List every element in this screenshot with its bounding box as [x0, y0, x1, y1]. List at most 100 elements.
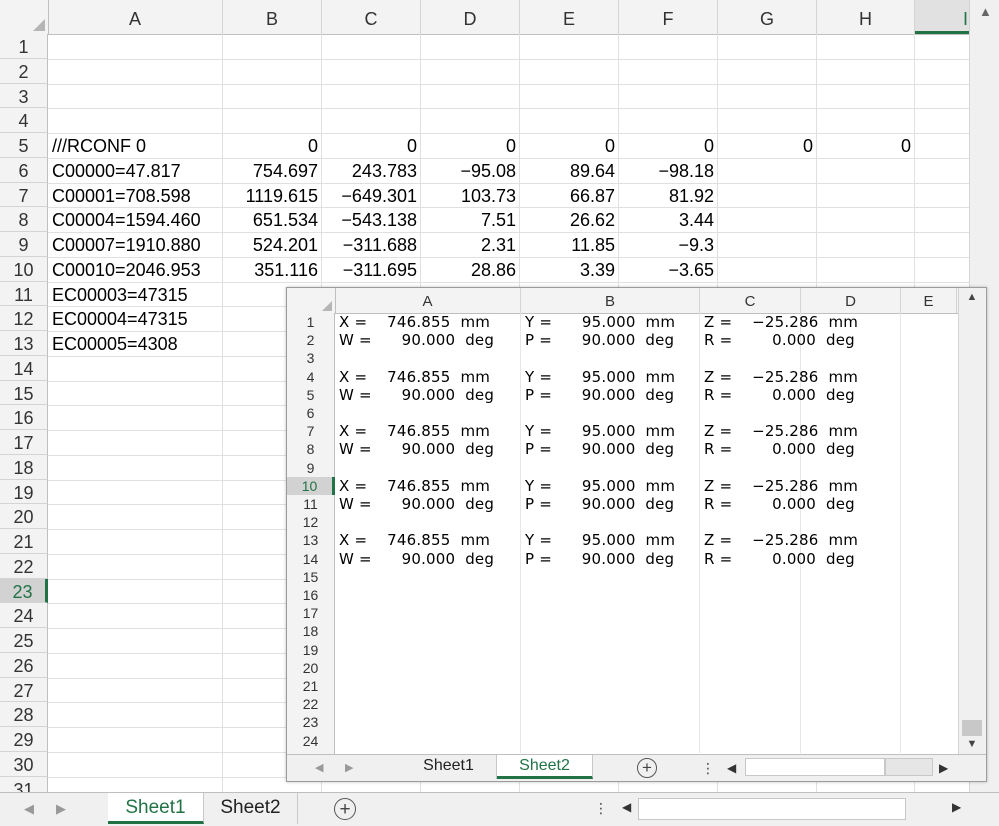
cell-d6[interactable]: −95.08	[421, 158, 516, 182]
row-header-3[interactable]: 3	[0, 83, 48, 109]
overlay-next-sheet-icon[interactable]: ▶	[345, 761, 353, 774]
column-header-d[interactable]: D	[421, 0, 520, 34]
overlay-scroll-down-icon[interactable]: ▼	[963, 738, 981, 754]
column-header-f[interactable]: F	[619, 0, 718, 34]
cell-g5[interactable]: 0	[718, 133, 813, 157]
cell-f6[interactable]: −98.18	[619, 158, 714, 182]
cell-a6[interactable]: C00000=47.817	[52, 158, 181, 182]
overlay-row-header-13[interactable]: 13	[287, 531, 335, 550]
cell-d7[interactable]: 103.73	[421, 183, 516, 207]
column-header-i[interactable]: I	[915, 0, 970, 34]
overlay-cell-row8-b[interactable]: P = 90.000 deg	[525, 440, 674, 458]
overlay-cell-row14-a[interactable]: W = 90.000 deg	[339, 550, 494, 568]
row-header-11[interactable]: 11	[0, 281, 48, 307]
overlay-cell-row4-b[interactable]: Y = 95.000 mm	[525, 368, 675, 386]
overlay-cell-row11-a[interactable]: W = 90.000 deg	[339, 495, 494, 513]
row-header-26[interactable]: 26	[0, 652, 48, 678]
overlay-cell-row10-c[interactable]: Z = −25.286 mm	[704, 477, 858, 495]
overlay-row-header-7[interactable]: 7	[287, 422, 335, 441]
overlay-row-header-3[interactable]: 3	[287, 349, 335, 368]
overlay-row-header-20[interactable]: 20	[287, 658, 335, 677]
overlay-scroll-up-icon[interactable]: ▲	[963, 291, 981, 307]
overlay-cell-row13-c[interactable]: Z = −25.286 mm	[704, 531, 858, 549]
overlay-cell-row13-b[interactable]: Y = 95.000 mm	[525, 531, 675, 549]
overlay-row-header-19[interactable]: 19	[287, 640, 335, 659]
overlay-cell-row1-c[interactable]: Z = −25.286 mm	[704, 313, 858, 331]
cell-c7[interactable]: −649.301	[322, 183, 417, 207]
overlay-cell-row8-c[interactable]: R = 0.000 deg	[704, 440, 855, 458]
cell-a13[interactable]: EC00005=4308	[52, 331, 178, 355]
cell-b9[interactable]: 524.201	[223, 232, 318, 256]
row-header-29[interactable]: 29	[0, 727, 48, 752]
row-header-22[interactable]: 22	[0, 553, 48, 579]
cell-b5[interactable]: 0	[223, 133, 318, 157]
overlay-cell-row5-c[interactable]: R = 0.000 deg	[704, 386, 855, 404]
cell-e10[interactable]: 3.39	[520, 257, 615, 281]
overlay-sheet-tab-sheet2[interactable]: Sheet2	[497, 755, 593, 779]
row-header-1[interactable]: 1	[0, 34, 48, 59]
cell-d9[interactable]: 2.31	[421, 232, 516, 256]
overlay-row-header-1[interactable]: 1	[287, 313, 335, 332]
scroll-up-icon[interactable]: ▲	[979, 4, 992, 19]
row-header-15[interactable]: 15	[0, 380, 48, 406]
overlay-select-all-corner[interactable]	[287, 288, 336, 313]
cell-h5[interactable]: 0	[817, 133, 911, 157]
overlay-row-header-15[interactable]: 15	[287, 567, 335, 586]
overlay-cell-row7-a[interactable]: X = 746.855 mm	[339, 422, 490, 440]
overlay-horizontal-scrollbar-track[interactable]	[885, 758, 933, 776]
cell-c8[interactable]: −543.138	[322, 207, 417, 231]
overlay-row-header-11[interactable]: 11	[287, 495, 335, 514]
cell-f9[interactable]: −9.3	[619, 232, 714, 256]
cell-e8[interactable]: 26.62	[520, 207, 615, 231]
overlay-previous-sheet-icon[interactable]: ◀	[315, 761, 323, 774]
row-header-13[interactable]: 13	[0, 331, 48, 356]
overlay-cell-row2-b[interactable]: P = 90.000 deg	[525, 331, 674, 349]
overlay-add-sheet-icon[interactable]: +	[637, 758, 657, 778]
cell-b7[interactable]: 1119.615	[223, 183, 318, 207]
cell-a11[interactable]: EC00003=47315	[52, 282, 188, 306]
next-sheet-icon[interactable]: ▶	[56, 801, 66, 817]
cell-e5[interactable]: 0	[520, 133, 615, 157]
overlay-horizontal-scrollbar-thumb[interactable]	[745, 758, 885, 776]
cell-f5[interactable]: 0	[619, 133, 714, 157]
overlay-row-header-14[interactable]: 14	[287, 549, 335, 568]
cell-a5[interactable]: ///RCONF 0	[52, 133, 146, 157]
cell-a12[interactable]: EC00004=47315	[52, 306, 188, 330]
overlay-scroll-thumb[interactable]	[962, 720, 982, 736]
row-header-30[interactable]: 30	[0, 751, 48, 777]
row-header-25[interactable]: 25	[0, 628, 48, 653]
row-header-7[interactable]: 7	[0, 182, 48, 208]
previous-sheet-icon[interactable]: ◀	[24, 801, 34, 817]
column-header-g[interactable]: G	[718, 0, 817, 34]
row-header-6[interactable]: 6	[0, 157, 48, 183]
cell-c10[interactable]: −311.695	[322, 257, 417, 281]
overlay-cell-row1-a[interactable]: X = 746.855 mm	[339, 313, 490, 331]
more-options-icon[interactable]: ⋮	[594, 800, 608, 817]
cell-c6[interactable]: 243.783	[322, 158, 417, 182]
cell-c5[interactable]: 0	[322, 133, 417, 157]
overlay-row-header-8[interactable]: 8	[287, 440, 335, 459]
select-all-corner[interactable]	[0, 0, 49, 34]
overlay-row-header-5[interactable]: 5	[287, 385, 335, 404]
cell-d5[interactable]: 0	[421, 133, 516, 157]
row-header-12[interactable]: 12	[0, 306, 48, 331]
overlay-column-header-c[interactable]: C	[700, 288, 801, 313]
row-header-27[interactable]: 27	[0, 677, 48, 703]
cell-f7[interactable]: 81.92	[619, 183, 714, 207]
row-header-10[interactable]: 10	[0, 256, 48, 282]
row-header-28[interactable]: 28	[0, 702, 48, 727]
cell-e7[interactable]: 66.87	[520, 183, 615, 207]
overlay-row-header-24[interactable]: 24	[287, 731, 335, 750]
overlay-row-header-12[interactable]: 12	[287, 513, 335, 532]
cell-d10[interactable]: 28.86	[421, 257, 516, 281]
overlay-cell-row1-b[interactable]: Y = 95.000 mm	[525, 313, 675, 331]
overlay-cell-row4-c[interactable]: Z = −25.286 mm	[704, 368, 858, 386]
overlay-cell-row13-a[interactable]: X = 746.855 mm	[339, 531, 490, 549]
cell-f8[interactable]: 3.44	[619, 207, 714, 231]
sheet-tab-sheet1[interactable]: Sheet1	[108, 793, 204, 824]
cell-a7[interactable]: C00001=708.598	[52, 183, 191, 207]
cell-f10[interactable]: −3.65	[619, 257, 714, 281]
scroll-right-icon[interactable]: ▶	[952, 800, 961, 814]
overlay-cell-row5-a[interactable]: W = 90.000 deg	[339, 386, 494, 404]
overlay-row-header-2[interactable]: 2	[287, 331, 335, 350]
